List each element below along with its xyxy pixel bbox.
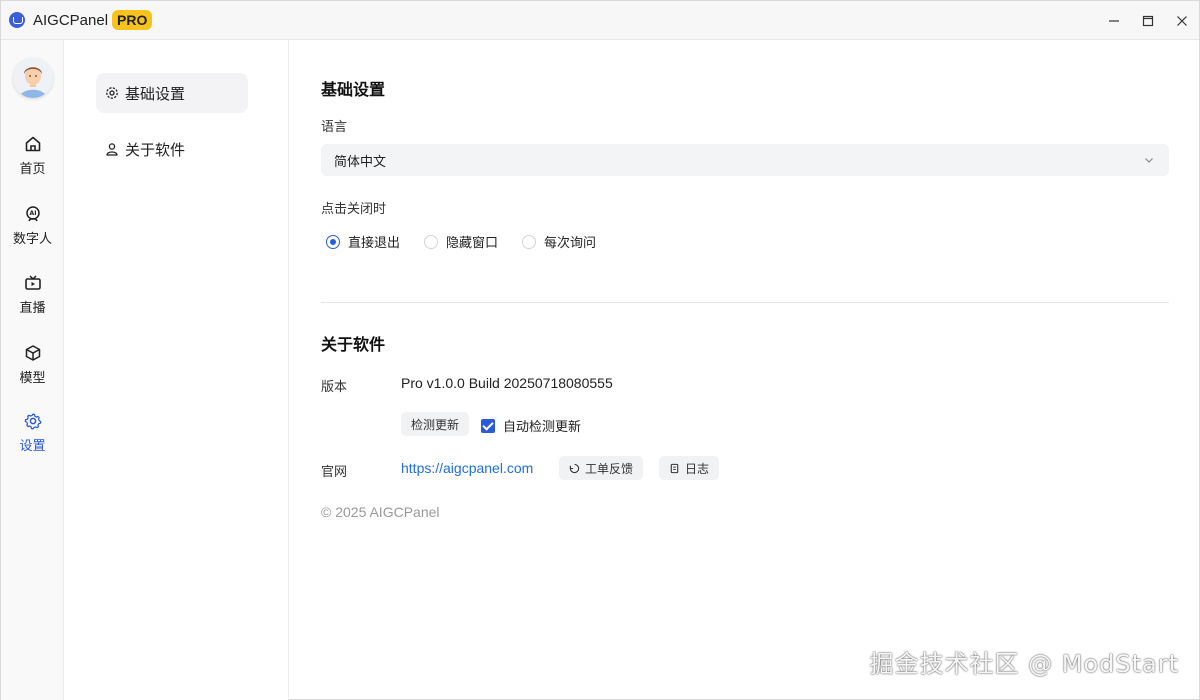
language-label: 语言: [321, 119, 348, 134]
check-update-button[interactable]: 检测更新: [401, 412, 470, 436]
submenu-item-basic-settings[interactable]: 基础设置: [96, 73, 248, 113]
log-button[interactable]: 日志: [659, 456, 720, 480]
close-behavior-radio-group: 直接退出 隐藏窗口 每次询问: [326, 232, 620, 251]
settings-submenu: 基础设置 关于软件: [64, 40, 289, 700]
auto-check-update[interactable]: 自动检测更新: [481, 416, 581, 435]
version-value: Pro v1.0.0 Build 20250718080555: [401, 375, 613, 391]
app-window: AIGCPanel PRO 首页 AI 数字人 直播 模型 设置 基础设置 关于…: [0, 0, 1200, 700]
avatar[interactable]: [13, 58, 53, 98]
radio-button[interactable]: [424, 234, 439, 249]
submenu-item-about[interactable]: 关于软件: [96, 129, 248, 169]
watermark: 掘金技术社区 @ ModStart: [869, 650, 1179, 678]
maximize-button[interactable]: [1131, 1, 1165, 40]
submenu-item-label: 关于软件: [125, 141, 186, 159]
title-bar: AIGCPanel PRO: [1, 1, 1199, 40]
svg-text:AI: AI: [29, 210, 36, 217]
radio-option-ask-every-time[interactable]: 每次询问: [522, 232, 596, 251]
user-icon: [106, 143, 118, 156]
radio-option-exit[interactable]: 直接退出: [326, 232, 400, 251]
radio-button[interactable]: [522, 234, 537, 249]
sidebar-item-label: 设置: [19, 438, 46, 453]
website-label: 官网: [321, 464, 348, 479]
radio-label: 每次询问: [544, 235, 597, 250]
document-icon: [670, 463, 679, 473]
feedback-icon: [569, 463, 580, 473]
sidebar-item-label: 模型: [19, 370, 46, 385]
user-avatar-icon: [13, 58, 53, 98]
app-logo-icon: [9, 12, 25, 28]
language-select[interactable]: 简体中文: [321, 144, 1169, 176]
radio-button[interactable]: [326, 234, 340, 249]
sidebar-item-live[interactable]: 直播: [1, 274, 64, 330]
close-icon: [1177, 15, 1187, 26]
sidebar-item-label: 直播: [19, 300, 46, 315]
window-controls: [1097, 1, 1199, 40]
gear-icon: [24, 413, 41, 430]
cube-icon: [25, 345, 40, 361]
log-button-label: 日志: [685, 461, 710, 476]
gear-icon: [106, 87, 118, 99]
sidebar-item-label: 数字人: [12, 231, 52, 246]
sidebar-item-digital-human[interactable]: AI 数字人: [1, 205, 64, 261]
maximize-icon: [1142, 15, 1154, 26]
section-divider: [321, 302, 1169, 303]
close-button[interactable]: [1165, 1, 1199, 40]
app-title: AIGCPanel: [33, 11, 109, 29]
sidebar-item-settings[interactable]: 设置: [1, 412, 64, 468]
version-label: 版本: [321, 379, 348, 394]
auto-check-label: 自动检测更新: [503, 419, 582, 434]
sidebar-item-home[interactable]: 首页: [1, 135, 64, 191]
submenu-item-label: 基础设置: [125, 85, 186, 103]
settings-content: 基础设置 语言 简体中文 点击关闭时 直接退出 隐藏窗口 每次询问 关于软件 版…: [289, 40, 1200, 700]
minimize-icon: [1109, 19, 1119, 22]
feedback-button[interactable]: 工单反馈: [559, 456, 644, 480]
language-select-value: 简体中文: [334, 153, 387, 169]
copyright-text: © 2025 AIGCPanel: [321, 504, 440, 520]
live-tv-icon: [24, 275, 41, 290]
close-behavior-label: 点击关闭时: [321, 201, 387, 216]
radio-label: 直接退出: [348, 235, 401, 250]
website-link[interactable]: https://aigcpanel.com: [401, 460, 533, 476]
minimize-button[interactable]: [1097, 1, 1131, 40]
auto-check-checkbox[interactable]: [481, 418, 495, 433]
feedback-button-label: 工单反馈: [585, 461, 634, 476]
icon-sidebar: 首页 AI 数字人 直播 模型 设置: [1, 40, 64, 700]
radio-label: 隐藏窗口: [446, 235, 499, 250]
chevron-down-icon: [1145, 158, 1153, 163]
sidebar-item-model[interactable]: 模型: [1, 344, 64, 400]
basic-settings-title: 基础设置: [321, 82, 386, 99]
home-icon: [25, 136, 40, 152]
pro-badge: PRO: [112, 10, 153, 30]
ai-avatar-icon: AI: [25, 206, 40, 222]
radio-option-hide-window[interactable]: 隐藏窗口: [424, 232, 498, 251]
about-title: 关于软件: [321, 337, 386, 354]
sidebar-item-label: 首页: [19, 161, 46, 176]
